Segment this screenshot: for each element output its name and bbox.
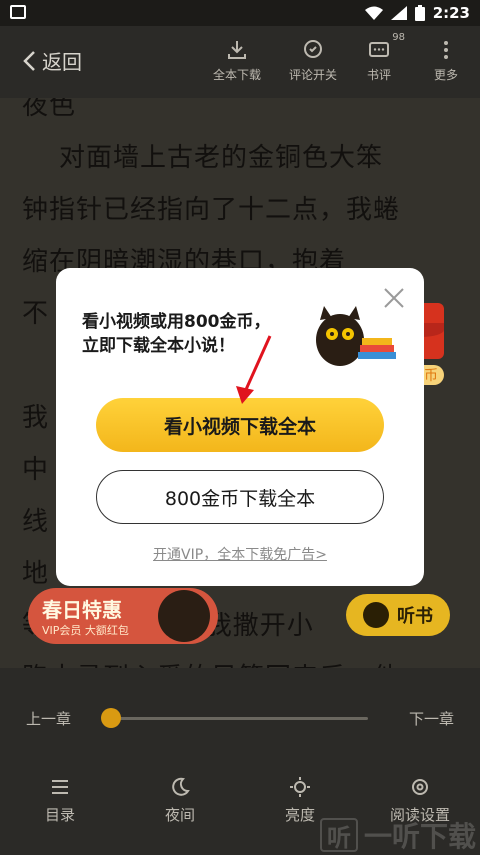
download-dialog: 看小视频或用800金币， 立即下载全本小说！ 看小视频下载全本 800金币下载全…: [56, 268, 424, 586]
close-icon[interactable]: [382, 286, 406, 310]
signal-icon: [390, 6, 407, 20]
site-watermark: 听 一听下载: [320, 815, 480, 855]
chapter-progress-track[interactable]: [110, 717, 368, 720]
battery-icon: [414, 5, 425, 21]
brightness-icon: [290, 777, 310, 797]
night-mode-label: 夜间: [164, 806, 195, 824]
book-review-button[interactable]: 98 书评: [347, 32, 411, 83]
watermark-logo: 听: [320, 818, 358, 852]
download-icon: [228, 41, 246, 59]
cat-with-books-icon: [316, 306, 396, 366]
headphones-icon: [363, 602, 389, 628]
reader-bottom-panel: 上一章 下一章 目录 夜间 亮度 阅读设置 听 一听下载: [0, 668, 480, 855]
chapter-progress-thumb[interactable]: [101, 708, 121, 728]
cat-mascot-icon: [158, 590, 210, 642]
more-label: 更多: [433, 68, 458, 82]
toc-icon: [52, 780, 68, 794]
night-mode-icon: [172, 777, 190, 796]
gallery-notification-icon: [10, 5, 26, 19]
book-review-icon: [369, 42, 389, 57]
prev-chapter-button[interactable]: 上一章: [26, 708, 71, 729]
toc-button[interactable]: 目录: [20, 776, 100, 825]
download-all-button[interactable]: 全本下载: [205, 38, 269, 83]
chapter-progress-row: 上一章 下一章: [0, 706, 480, 730]
night-mode-button[interactable]: 夜间: [140, 776, 220, 825]
clock: 2:23: [432, 4, 470, 22]
book-review-label: 书评: [366, 68, 391, 82]
red-arrow-annotation: [236, 335, 272, 404]
download-all-label: 全本下载: [212, 68, 261, 82]
back-button[interactable]: 返回: [22, 46, 82, 75]
promo-subtitle: VIP会员 大额红包: [42, 624, 129, 637]
spring-promo-banner[interactable]: 春日特惠 VIP会员 大额红包: [28, 588, 218, 644]
comment-toggle-button[interactable]: 评论开关: [281, 38, 345, 83]
open-vip-link[interactable]: 开通VIP，全本下载免广告>: [56, 544, 424, 564]
watermark-text: 一听下载: [364, 820, 477, 853]
settings-icon: [412, 779, 428, 795]
more-button[interactable]: 更多: [414, 38, 478, 83]
review-count-badge: 98: [392, 32, 405, 43]
back-label: 返回: [42, 50, 82, 74]
brightness-label: 亮度: [284, 806, 315, 824]
status-icons: 2:23: [364, 3, 470, 23]
status-bar: 2:23: [0, 0, 480, 26]
more-vertical-icon: [444, 41, 448, 59]
wifi-icon: [364, 6, 383, 20]
listen-label: 听书: [397, 606, 433, 627]
comment-toggle-icon: [304, 40, 322, 58]
promo-title: 春日特惠: [42, 598, 122, 622]
reader-toolbar: 返回 全本下载 评论开关 98 书评 更多: [0, 26, 480, 98]
toc-label: 目录: [44, 806, 75, 824]
watch-video-download-button[interactable]: 看小视频下载全本: [96, 398, 384, 452]
coin-download-button[interactable]: 800金币下载全本: [96, 470, 384, 524]
comment-toggle-label: 评论开关: [288, 68, 337, 82]
chevron-left-icon: [23, 50, 35, 71]
dialog-message-line1: 看小视频或用800金币，: [82, 312, 271, 332]
listen-book-button[interactable]: 听书: [346, 594, 450, 636]
next-chapter-button[interactable]: 下一章: [409, 708, 454, 729]
